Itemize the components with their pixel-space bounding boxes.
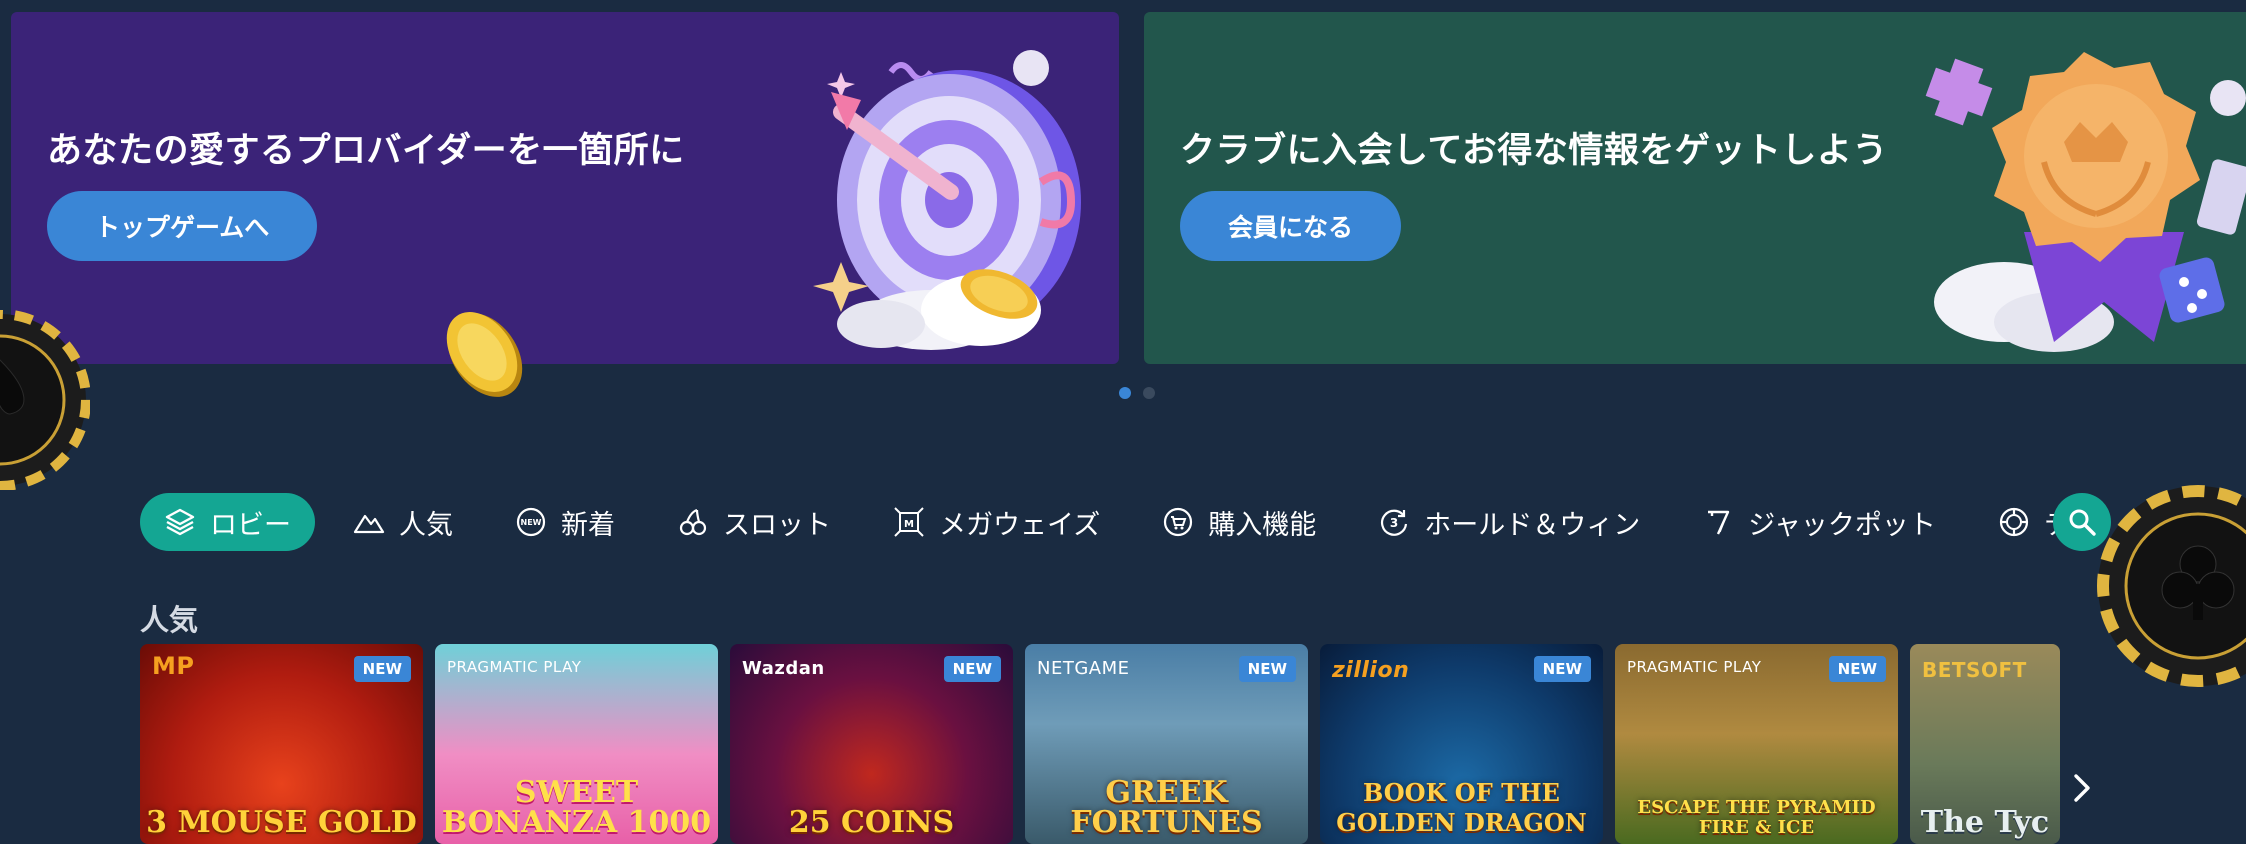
svg-text:3: 3 (1390, 516, 1398, 530)
provider-name: PRAGMATIC PLAY (447, 658, 582, 676)
game-title: SWEET BONANZA 1000 (441, 775, 712, 840)
layers-icon (165, 508, 195, 536)
top-games-button[interactable]: トップゲームへ (47, 191, 318, 261)
new-badge: NEW (1533, 656, 1591, 682)
new-badge: NEW (1828, 656, 1886, 682)
tab-jackpot[interactable]: ジャックポット (1678, 493, 1960, 551)
tab-megaways[interactable]: M メガウェイズ (869, 493, 1124, 551)
game-tile[interactable]: MP NEW 3 MOUSE GOLD (140, 644, 423, 844)
game-title: The Tyc (1920, 805, 2050, 840)
hold-win-icon: 3 (1381, 509, 1408, 536)
cherries-icon (679, 508, 707, 536)
tab-label: メガウェイズ (939, 509, 1101, 541)
tab-label: 購入機能 (1208, 509, 1317, 541)
tab-label: ジャックポット (1748, 509, 1936, 541)
promo-banner-providers[interactable]: あなたの愛するプロバイダーを一箇所に トップゲームへ (11, 12, 1119, 364)
game-title: 3 MOUSE GOLD (146, 805, 417, 840)
search-icon (2069, 509, 2096, 536)
carousel-dot-1[interactable] (1119, 387, 1131, 399)
dartboard-illustration (813, 50, 1081, 350)
game-tile[interactable]: NETGAME NEW GREEK FORTUNES (1025, 644, 1308, 844)
provider-name: NETGAME (1037, 658, 1130, 679)
tab-buy-feature[interactable]: 購入機能 (1138, 493, 1340, 551)
game-tile[interactable]: PRAGMATIC PLAY SWEET BONANZA 1000 (435, 644, 718, 844)
new-badge: NEW (943, 656, 1001, 682)
new-badge: NEW (353, 656, 411, 682)
game-tile[interactable]: Wazdan NEW 25 COINS (730, 644, 1013, 844)
cart-icon (1164, 507, 1193, 537)
tab-label: ホールド＆ウィン (1424, 509, 1641, 541)
category-nav: ロビー 人気 NEW 新着 スロット M メガウェイズ 購入機能 3 ホールド＆… (140, 493, 2060, 551)
new-badge: NEW (1238, 656, 1296, 682)
banner-title: クラブに入会してお得な情報をゲットしよう (1180, 131, 1888, 171)
game-title: ESCAPE THE PYRAMID FIRE & ICE (1637, 797, 1876, 838)
club-chip-decoration (2097, 485, 2246, 687)
chip-icon (1999, 507, 2028, 537)
megaways-icon: M (894, 507, 924, 537)
provider-name: zillion (1332, 658, 1410, 683)
tab-label: スロット (723, 509, 831, 541)
tab-lobby[interactable]: ロビー (140, 493, 315, 551)
game-tile[interactable]: zillion NEW BOOK OF THE GOLDEN DRAGON (1320, 644, 1603, 844)
join-club-button[interactable]: 会員になる (1180, 191, 1402, 261)
game-title: BOOK OF THE GOLDEN DRAGON (1336, 778, 1587, 837)
game-title: 25 COINS (788, 805, 955, 840)
carousel-dots (1119, 387, 1155, 399)
chevron-right-icon[interactable] (2062, 768, 2102, 808)
game-title: GREEK FORTUNES (1070, 775, 1263, 840)
game-row: MP NEW 3 MOUSE GOLD PRAGMATIC PLAY SWEET… (140, 644, 2060, 844)
svg-text:NEW: NEW (521, 518, 542, 527)
coin-decoration (446, 312, 523, 397)
tab-popular[interactable]: 人気 (329, 493, 477, 551)
spade-chip-decoration (0, 310, 90, 490)
provider-name: Wazdan (742, 658, 825, 679)
carousel-dot-2[interactable] (1143, 387, 1155, 399)
section-title: 人気 (140, 603, 199, 637)
game-tile[interactable]: BETSOFT The Tyc (1910, 644, 2060, 844)
promo-banner-club[interactable]: クラブに入会してお得な情報をゲットしよう 会員になる (1144, 12, 2246, 364)
provider-name: BETSOFT (1922, 658, 2027, 682)
provider-name: PRAGMATIC PLAY (1627, 658, 1762, 676)
game-tile[interactable]: PRAGMATIC PLAY NEW ESCAPE THE PYRAMID FI… (1615, 644, 1898, 844)
svg-text:M: M (904, 519, 914, 530)
search-button[interactable] (2053, 493, 2111, 551)
tab-slots[interactable]: スロット (653, 493, 855, 551)
new-icon: NEW (516, 507, 546, 537)
tab-table-games[interactable]: テ (1974, 493, 2060, 551)
tab-label: 人気 (399, 509, 453, 541)
seven-icon (1708, 510, 1730, 535)
medal-illustration (1925, 52, 2246, 352)
tab-label: 新着 (561, 509, 615, 541)
tab-hold-and-win[interactable]: 3 ホールド＆ウィン (1354, 493, 1664, 551)
tab-new[interactable]: NEW 新着 (491, 493, 639, 551)
banner-title: あなたの愛するプロバイダーを一箇所に (47, 131, 685, 171)
tab-label: ロビー (210, 509, 291, 541)
mountain-icon (353, 514, 385, 534)
provider-logo: MP (152, 652, 195, 680)
